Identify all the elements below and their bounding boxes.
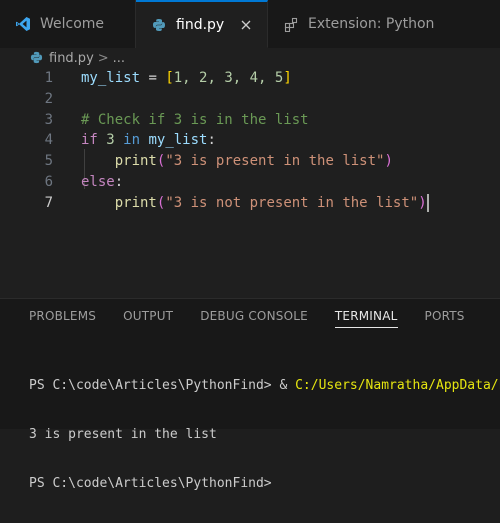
code-token: "3 is not present in the list": [165, 194, 419, 211]
code-line[interactable]: 5 print("3 is present in the list"): [0, 151, 500, 171]
code-token: print: [114, 153, 157, 170]
code-token: if: [81, 132, 98, 149]
code-text: if 3 in my_list:: [81, 130, 216, 150]
tab-problems[interactable]: PROBLEMS: [29, 309, 96, 328]
tab-debug-console[interactable]: DEBUG CONSOLE: [200, 309, 308, 328]
line-number: 6: [44, 174, 53, 190]
code-token: ): [418, 194, 427, 211]
code-line[interactable]: 2: [0, 89, 500, 109]
python-file-icon: [30, 51, 44, 65]
code-text: # Check if 3 is in the list: [81, 110, 309, 130]
code-token: ]: [283, 70, 292, 86]
terminal-output[interactable]: PS C:\code\Articles\PythonFind> & C:/Use…: [29, 346, 500, 523]
code-line[interactable]: 4 if 3 in my_list:: [0, 130, 500, 150]
text-cursor: [426, 193, 429, 212]
extensions-icon: [282, 15, 300, 33]
tab-find-py[interactable]: find.py: [136, 0, 268, 48]
code-text: my_list = [1, 2, 3, 4, 5]: [81, 68, 292, 88]
code-text: else:: [81, 172, 123, 192]
code-token: :: [114, 174, 124, 190]
line-number: 4: [44, 132, 53, 149]
code-token: 3: [106, 132, 115, 149]
code-text: print("3 is not present in the list"): [81, 193, 429, 213]
terminal-line: PS C:\code\Articles\PythonFind> & C:/Use…: [29, 376, 500, 395]
code-token: print: [114, 194, 157, 211]
tab-label: find.py: [176, 16, 225, 33]
code-token: =: [140, 70, 166, 86]
code-line[interactable]: 1 my_list = [1, 2, 3, 4, 5]: [0, 68, 500, 88]
tab-label: Extension: Python: [308, 16, 435, 32]
vscode-logo-icon: [14, 15, 32, 33]
tab-terminal[interactable]: TERMINAL: [334, 309, 398, 328]
line-number: 5: [44, 153, 53, 170]
editor-tab-bar: Welcome find.py Extension: Python: [0, 0, 500, 48]
code-text: print("3 is present in the list"): [81, 151, 393, 171]
terminal-line: 3 is present in the list: [29, 427, 217, 442]
tab-label: Welcome: [40, 16, 105, 32]
code-token: :: [207, 132, 216, 149]
python-file-icon: [150, 16, 168, 34]
code-token: else: [81, 174, 115, 190]
code-token: "3 is present in the list": [165, 153, 385, 170]
code-token: [: [165, 70, 174, 86]
line-number: 7: [44, 194, 53, 211]
tab-extension-python[interactable]: Extension: Python: [268, 0, 500, 48]
code-token: 1, 2, 3, 4, 5: [173, 70, 284, 86]
code-token: # Check if 3 is in the list: [81, 111, 309, 128]
code-token: in: [123, 132, 141, 149]
terminal-line: PS C:\code\Articles\PythonFind>: [29, 476, 272, 491]
tab-output[interactable]: OUTPUT: [123, 309, 173, 328]
line-number: 1: [44, 70, 53, 86]
bottom-panel: PROBLEMS OUTPUT DEBUG CONSOLE TERMINAL P…: [0, 298, 500, 491]
code-line[interactable]: 7 print("3 is not present in the list"): [0, 193, 500, 213]
tab-ports[interactable]: PORTS: [425, 309, 465, 328]
close-icon[interactable]: [238, 17, 254, 33]
breadcrumb-separator: >: [97, 50, 109, 66]
breadcrumb-file[interactable]: find.py: [49, 51, 94, 66]
code-line[interactable]: 3 # Check if 3 is in the list: [0, 110, 500, 130]
breadcrumb: find.py > ...: [0, 48, 500, 68]
terminal-prompt: PS C:\code\Articles\PythonFind> &: [29, 378, 296, 393]
code-token: ): [384, 153, 393, 170]
terminal-command-path: C:/Users/Namratha/AppData/Lo: [295, 378, 500, 393]
line-number: 3: [44, 111, 53, 128]
code-line[interactable]: 6 else:: [0, 172, 500, 192]
line-number: 2: [44, 90, 53, 107]
breadcrumb-more[interactable]: ...: [113, 51, 125, 66]
code-editor[interactable]: 1 my_list = [1, 2, 3, 4, 5] 2 3 # Check if 3…: [0, 68, 500, 298]
code-token: my_list: [148, 132, 208, 149]
code-token: my_list: [81, 70, 141, 86]
tab-welcome[interactable]: Welcome: [0, 0, 136, 48]
panel-tabs: PROBLEMS OUTPUT DEBUG CONSOLE TERMINAL P…: [29, 309, 492, 328]
